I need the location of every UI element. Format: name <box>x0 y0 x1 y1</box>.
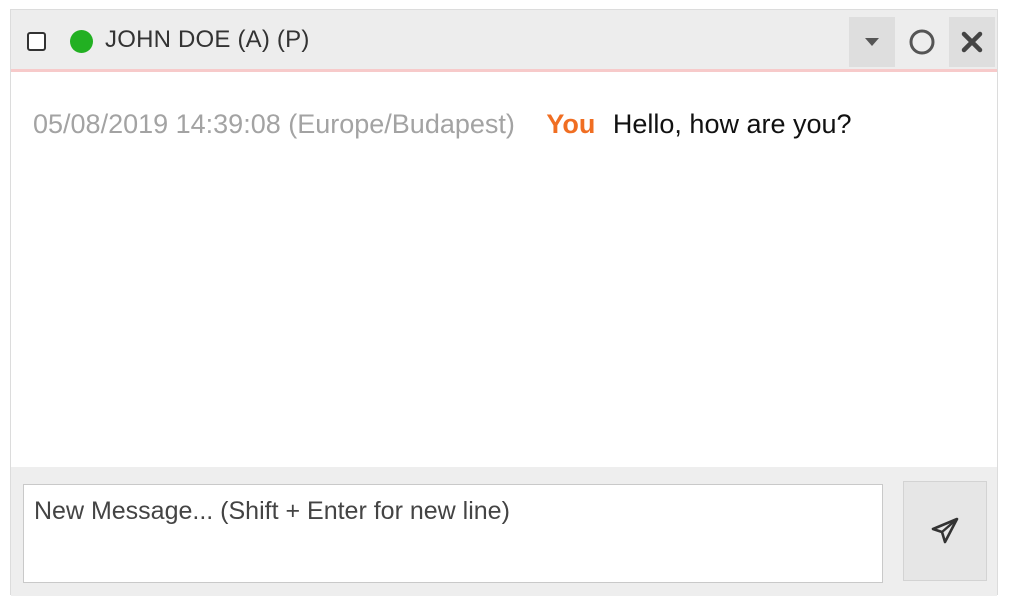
select-checkbox[interactable] <box>27 32 46 51</box>
message-composer <box>11 467 997 596</box>
paper-plane-icon <box>931 517 959 544</box>
message-timestamp: 05/08/2019 14:39:08 (Europe/Budapest) <box>33 109 515 139</box>
message-list: 05/08/2019 14:39:08 (Europe/Budapest) Yo… <box>11 72 997 467</box>
send-button[interactable] <box>903 481 987 581</box>
chat-title: JOHN DOE (A) (P) <box>105 26 310 53</box>
message-item: 05/08/2019 14:39:08 (Europe/Budapest) Yo… <box>33 109 852 140</box>
circle-icon <box>909 29 935 55</box>
close-button[interactable] <box>949 17 995 67</box>
caret-down-icon <box>865 38 879 46</box>
close-icon <box>961 31 983 53</box>
online-status-icon <box>70 30 93 53</box>
chat-header: JOHN DOE (A) (P) <box>11 10 997 72</box>
maximize-button[interactable] <box>899 17 945 67</box>
minimize-button[interactable] <box>849 17 895 67</box>
message-input[interactable] <box>23 484 883 583</box>
chat-window: JOHN DOE (A) (P) 05/08/2019 14:39:08 (Eu… <box>10 9 998 596</box>
message-sender: You <box>546 109 596 139</box>
message-text: Hello, how are you? <box>612 109 852 139</box>
